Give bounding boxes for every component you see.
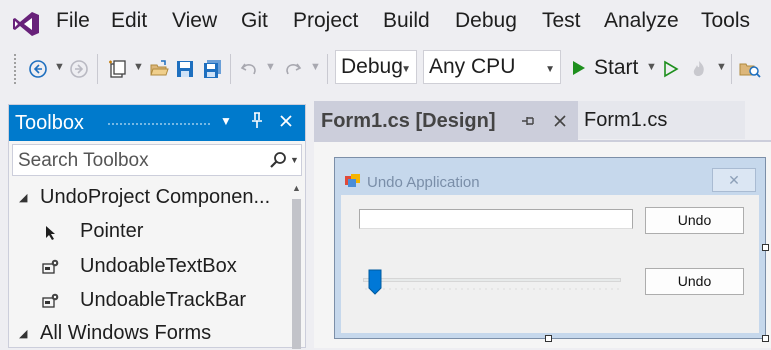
navigate-back-icon[interactable] [27,58,49,80]
toolbox-drag-handle[interactable] [107,122,211,126]
visual-studio-logo-icon[interactable] [12,11,40,37]
toolbox-search-placeholder: Search Toolbox [18,150,149,171]
toolbox-title: Toolbox [15,112,84,134]
scroll-up-arrow-icon[interactable]: ▲ [292,183,301,193]
close-icon: ✕ [728,172,740,188]
menu-project[interactable]: Project [293,9,358,33]
navigate-forward-icon[interactable] [68,58,90,80]
toolbar-separator [731,54,732,84]
form-app-icon [345,174,361,188]
menu-debug[interactable]: Debug [455,9,517,33]
solution-platform-value: Any CPU [429,55,516,78]
close-icon[interactable] [553,114,567,133]
toolbox-panel: Toolbox ▼ Search Toolbox ▼ ◢ UndoProject… [8,104,306,350]
menu-git[interactable]: Git [241,9,268,33]
tab-form1-design[interactable]: Form1.cs [Design] [314,101,578,143]
start-button-label: Start [594,56,639,79]
toolbox-group-label: All Windows Forms [40,322,212,344]
designer-form-window[interactable]: Undo Application ✕ Undo Undo [334,157,766,339]
new-project-icon[interactable] [106,58,128,80]
standard-toolbar: ▼ ▼ ▼ ▼ Debug ▼ Any CPU ▼ Start ▼ ▼ [0,46,771,92]
toolbar-separator [327,54,328,84]
start-debugging-button[interactable]: Start ▼ [569,54,657,82]
search-icon[interactable] [269,151,287,174]
scrollbar-thumb[interactable] [292,199,301,349]
start-dropdown-icon[interactable]: ▼ [646,61,657,73]
chevron-down-icon: ▼ [401,64,411,75]
hot-reload-icon[interactable] [688,58,710,80]
open-folder-icon[interactable] [148,58,170,80]
resize-handle-bottom[interactable] [545,335,552,342]
save-all-icon[interactable] [201,58,223,80]
form-close-button[interactable]: ✕ [712,168,756,192]
toolbar-grip[interactable] [13,53,17,85]
menu-test[interactable]: Test [542,9,581,33]
menu-analyze[interactable]: Analyze [604,9,679,33]
toolbox-item-label: UndoableTrackBar [80,289,247,311]
solution-configuration-value: Debug [341,55,403,78]
resize-handle-right[interactable] [762,244,769,251]
undo-dropdown-icon[interactable]: ▼ [265,61,276,73]
toolbar-separator [230,54,231,84]
trackbar-track [363,278,621,282]
new-project-dropdown-icon[interactable]: ▼ [133,61,144,73]
redo-icon[interactable] [282,58,304,80]
menu-view[interactable]: View [172,9,217,33]
menu-tools[interactable]: Tools [701,9,750,33]
toolbox-group-label: UndoProject Componen... [40,186,271,208]
undo-button-trackbar[interactable]: Undo [645,268,744,295]
menu-file[interactable]: File [56,9,90,33]
undoable-trackbar[interactable] [341,195,641,305]
component-gear-icon [42,292,60,316]
navigate-back-dropdown-icon[interactable]: ▼ [54,61,65,73]
toolbox-header[interactable]: Toolbox ▼ [9,105,305,141]
play-outline-icon[interactable] [660,58,682,80]
folder-search-icon[interactable] [739,58,761,80]
toolbox-item-undoabletrackbar[interactable]: UndoableTrackBar [9,287,289,317]
form-title: Undo Application [367,174,480,191]
search-options-dropdown-icon[interactable]: ▼ [290,155,299,165]
pin-icon[interactable] [521,114,535,133]
close-icon[interactable] [279,111,293,133]
solution-platform-select[interactable]: Any CPU ▼ [423,50,561,84]
chevron-down-icon: ▼ [545,64,555,75]
save-icon[interactable] [174,58,196,80]
pin-icon[interactable] [250,111,264,134]
menu-bar: File Edit View Git Project Build Debug T… [0,0,771,46]
tab-label: Form1.cs [584,109,668,131]
hot-reload-dropdown-icon[interactable]: ▼ [716,61,727,73]
toolbox-item-pointer[interactable]: Pointer [9,218,289,248]
toolbox-item-label: UndoableTextBox [80,255,237,277]
resize-handle-bottom-right[interactable] [762,335,769,342]
expanded-triangle-icon: ◢ [19,192,28,204]
trackbar-thumb[interactable] [368,269,382,295]
window-position-dropdown-icon[interactable]: ▼ [220,114,232,128]
toolbox-group-all-windows-forms[interactable]: ◢ All Windows Forms [9,320,289,350]
toolbox-group-undoproject[interactable]: ◢ UndoProject Componen... [9,184,289,214]
toolbar-separator [97,54,98,84]
toolbox-scrollbar[interactable]: ▲ [290,183,302,349]
expanded-triangle-icon: ◢ [19,328,28,340]
toolbox-item-undoabletextbox[interactable]: UndoableTextBox [9,253,289,283]
menu-edit[interactable]: Edit [111,9,147,33]
menu-build[interactable]: Build [383,9,430,33]
pointer-arrow-icon [45,224,57,247]
tab-form1-code[interactable]: Form1.cs [578,101,745,139]
undo-button-textbox[interactable]: Undo [645,207,744,234]
toolbox-search-input[interactable]: Search Toolbox ▼ [12,144,302,176]
redo-dropdown-icon[interactable]: ▼ [310,61,321,73]
play-icon [572,60,586,81]
solution-configuration-select[interactable]: Debug ▼ [335,50,417,84]
trackbar-ticks [363,288,621,290]
toolbox-item-label: Pointer [80,220,144,242]
form-client-area: Undo Undo [341,195,759,333]
tab-label: Form1.cs [Design] [321,110,496,132]
component-gear-icon [42,258,60,282]
undo-icon[interactable] [238,58,260,80]
